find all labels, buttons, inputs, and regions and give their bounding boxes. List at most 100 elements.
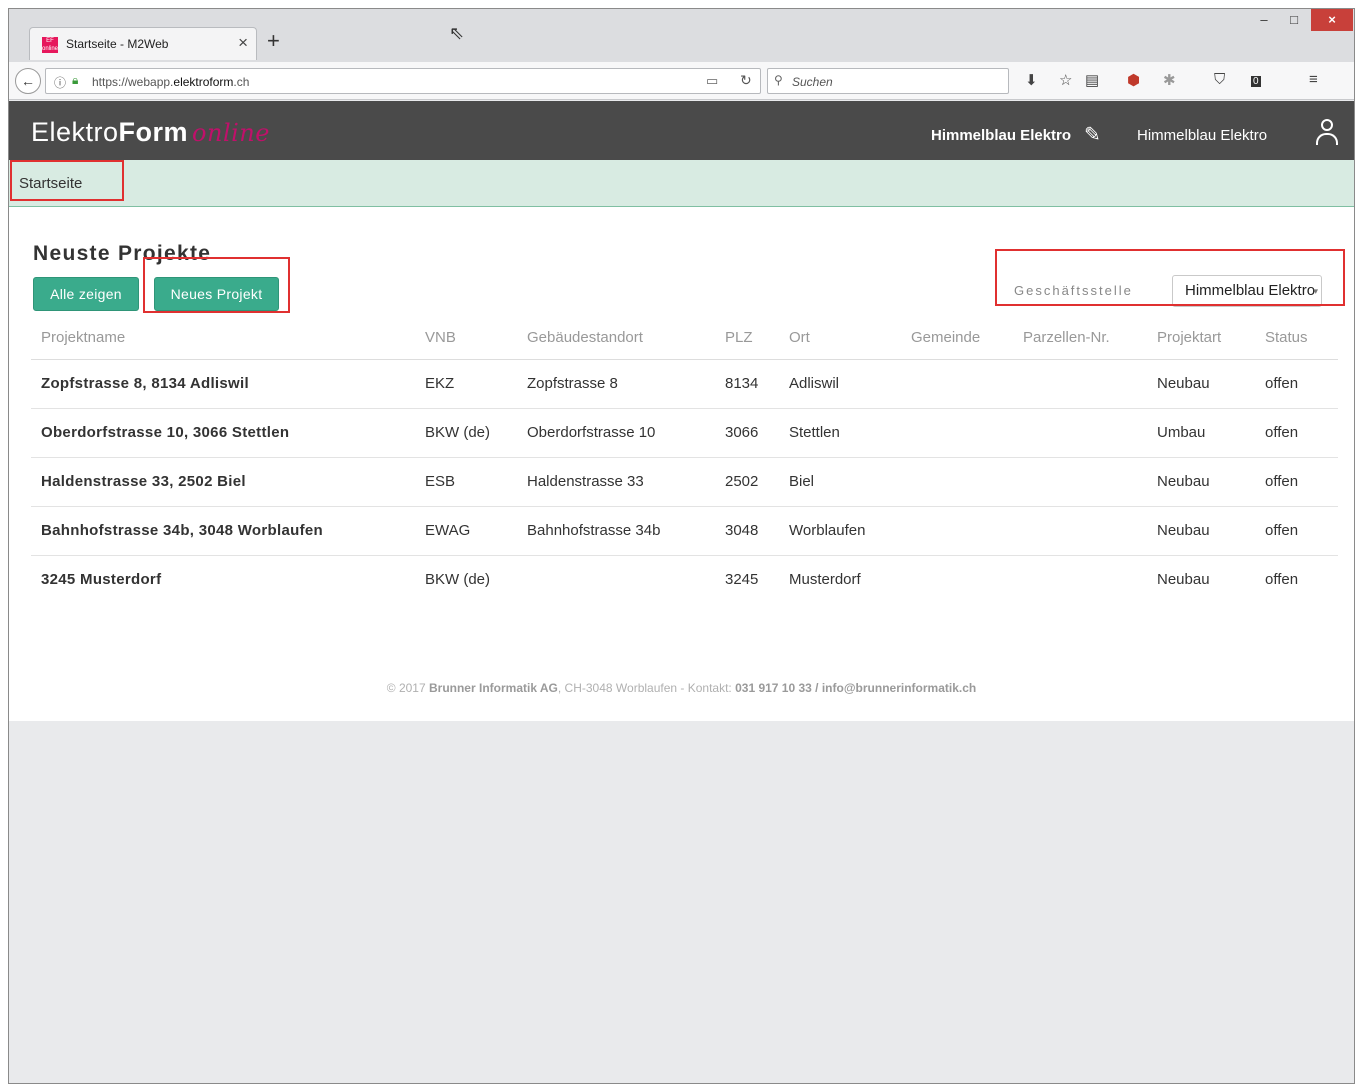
cell-ort: Musterdorf: [789, 571, 861, 589]
col-status[interactable]: Status: [1255, 317, 1338, 360]
table-row[interactable]: Bahnhofstrasse 34b, 3048 Worblaufen EWAG…: [31, 506, 1338, 556]
cell-vnb: BKW (de): [425, 571, 491, 589]
cell-gebaeudestandort: Zopfstrasse 8: [517, 359, 715, 409]
footer-company: Brunner Informatik AG: [428, 681, 558, 695]
extension-badge-count: 0: [1251, 76, 1261, 87]
col-vnb[interactable]: VNB: [415, 317, 517, 360]
cell-status: offen: [1255, 506, 1338, 556]
office-select[interactable]: Himmelblau Elektro ▾: [1172, 275, 1322, 307]
cell-projektname[interactable]: Haldenstrasse 33, 2502 Biel: [31, 457, 415, 507]
app-page: ElektroForm online Himmelblau Elektro ✎ H…: [9, 101, 1354, 721]
col-plz[interactable]: PLZ: [715, 317, 779, 360]
cell-parzellen-nr: [1013, 359, 1147, 409]
brand-part-elektro: Elektro: [31, 117, 119, 147]
company-switch-link[interactable]: Himmelblau Elektro: [1137, 127, 1267, 144]
cell-gemeinde: [901, 555, 1013, 604]
cell-status: offen: [1255, 359, 1338, 409]
cell-projektname[interactable]: Oberdorfstrasse 10, 3066 Stettlen: [31, 408, 415, 458]
cell-ort: Stettlen: [779, 408, 901, 458]
info-icon[interactable]: ⓘ: [54, 74, 66, 91]
reload-icon[interactable]: ↻: [740, 72, 752, 89]
table-row[interactable]: Haldenstrasse 33, 2502 Biel ESB Haldenst…: [31, 457, 1338, 507]
cell-parzellen-nr: [1013, 408, 1147, 458]
cell-projektname[interactable]: Bahnhofstrasse 34b, 3048 Worblaufen: [31, 506, 415, 556]
projects-table: Projektname VNB Gebäudestandort PLZ Ort …: [31, 317, 1338, 604]
cell-gemeinde: [901, 408, 1013, 458]
brand-logo[interactable]: ElektroForm online: [31, 117, 270, 148]
cell-projektname[interactable]: Zopfstrasse 8, 8134 Adliswil: [31, 359, 415, 409]
cell-vnb: ESB: [415, 457, 517, 507]
edit-pencil-icon[interactable]: ✎: [1084, 122, 1101, 147]
cell-vnb: EWAG: [415, 506, 517, 556]
table-row[interactable]: Oberdorfstrasse 10, 3066 Stettlen BKW (d…: [31, 408, 1338, 458]
col-ort[interactable]: Ort: [779, 317, 901, 360]
adblock-icon[interactable]: ⬢: [1127, 71, 1140, 89]
footer-address: , CH-3048 Worblaufen - Kontakt:: [557, 681, 736, 695]
back-button[interactable]: ←: [15, 68, 41, 94]
minimize-button[interactable]: –: [1251, 9, 1277, 31]
extension-icon[interactable]: ✱: [1163, 71, 1176, 89]
table-row[interactable]: Zopfstrasse 8, 8134 Adliswil EKZ Zopfstr…: [31, 359, 1338, 409]
cell-gebaeudestandort: Haldenstrasse 33: [517, 457, 715, 507]
cell-parzellen-nr: [1013, 506, 1147, 556]
col-gebaeudestandort[interactable]: Gebäudestandort: [517, 317, 715, 360]
cell-plz: 8134: [715, 359, 779, 409]
col-parzellen-nr[interactable]: Parzellen-Nr.: [1013, 317, 1147, 360]
col-gemeinde[interactable]: Gemeinde: [901, 317, 1013, 360]
new-tab-icon[interactable]: +: [267, 28, 280, 54]
mouse-cursor-icon: ⇖: [449, 23, 465, 43]
breadcrumb-startseite[interactable]: Startseite: [19, 175, 82, 192]
col-projektart[interactable]: Projektart: [1147, 317, 1255, 360]
col-projektname[interactable]: Projektname: [31, 317, 415, 360]
reader-view-icon[interactable]: ▭: [706, 73, 718, 89]
cell-status: offen: [1255, 457, 1338, 507]
cell-ort: Biel: [779, 457, 901, 507]
footer-contact[interactable]: 031 917 10 33 / info@brunnerinformatik.c…: [735, 681, 976, 695]
url-text: https://webapp.elektroform.ch: [92, 75, 250, 89]
cell-plz: 3245: [725, 571, 759, 589]
tab-close-icon[interactable]: ×: [238, 33, 248, 53]
extension-filter-icon[interactable]: ⛉: [1214, 71, 1225, 88]
tab-title: Startseite - M2Web: [66, 37, 169, 51]
show-all-button[interactable]: Alle zeigen: [33, 277, 139, 311]
page-title: Neuste Projekte: [33, 242, 212, 265]
cell-status: offen: [1265, 571, 1299, 589]
back-arrow-icon: ←: [21, 73, 35, 89]
cell-ort: Worblaufen: [779, 506, 901, 556]
browser-tab[interactable]: EF online Startseite - M2Web ×: [29, 27, 257, 60]
cell-status: offen: [1255, 408, 1338, 458]
cell-gebaeudestandort: [517, 555, 715, 604]
cell-parzellen-nr: [1013, 555, 1147, 604]
menu-icon[interactable]: ≡: [1309, 71, 1318, 88]
cell-projektart: Umbau: [1147, 408, 1255, 458]
footer-copyright: © 2017: [386, 681, 429, 695]
bookmarks-library-icon[interactable]: ▤: [1085, 71, 1099, 89]
lock-icon: 🔒︎: [72, 73, 79, 87]
download-icon[interactable]: ⬇: [1025, 71, 1038, 89]
cell-gemeinde: [901, 457, 1013, 507]
close-window-button[interactable]: ×: [1311, 9, 1353, 31]
cell-projektname[interactable]: 3245 Musterdorf: [31, 555, 415, 604]
user-profile-icon[interactable]: [1315, 119, 1339, 147]
cell-parzellen-nr: [1013, 457, 1147, 507]
search-bar[interactable]: ⚲ Suchen: [767, 68, 1009, 94]
cell-gebaeudestandort: Oberdorfstrasse 10: [517, 408, 715, 458]
table-header-row: Projektname VNB Gebäudestandort PLZ Ort …: [31, 317, 1338, 360]
cell-plz: 3066: [715, 408, 779, 458]
extension-badge-icon[interactable]: 0: [1251, 71, 1261, 88]
brand-part-online: online: [192, 119, 270, 147]
office-select-value: Himmelblau Elektro: [1185, 282, 1316, 299]
cell-gemeinde: [901, 359, 1013, 409]
cell-projektart: Neubau: [1157, 571, 1210, 589]
new-project-button[interactable]: Neues Projekt: [154, 277, 279, 311]
maximize-button[interactable]: □: [1281, 9, 1307, 31]
table-row[interactable]: 3245 Musterdorf BKW (de) 3245 Musterdorf…: [31, 555, 1338, 604]
browser-titlebar: EF online Startseite - M2Web × + ⇖ – □ ×: [9, 9, 1354, 62]
bookmark-star-icon[interactable]: ☆: [1059, 71, 1072, 89]
company-name-link[interactable]: Himmelblau Elektro: [931, 127, 1071, 144]
url-bar[interactable]: ⓘ 🔒︎ https://webapp.elektroform.ch ▭ ↻: [45, 68, 761, 94]
office-label: Geschäftsstelle: [1014, 283, 1133, 298]
cell-projektart: Neubau: [1147, 359, 1255, 409]
breadcrumb-bar: Startseite: [9, 160, 1354, 207]
cell-ort: Adliswil: [779, 359, 901, 409]
